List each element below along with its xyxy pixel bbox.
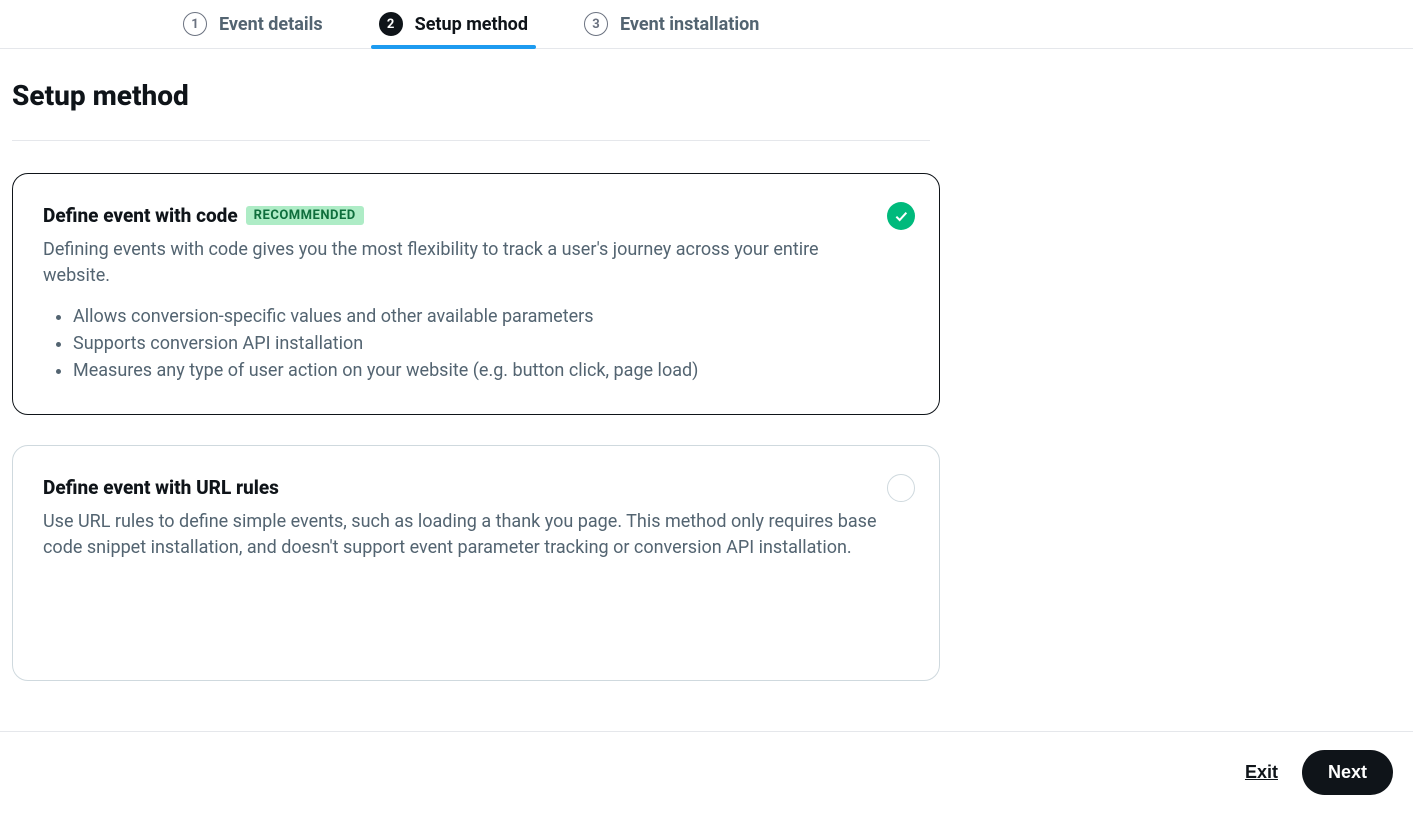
option-bullets-code: Allows conversion-specific values and ot… [43, 303, 909, 384]
step-label-3: Event installation [620, 14, 759, 35]
radio-circle-icon [887, 474, 915, 502]
step-event-installation[interactable]: 3 Event installation [576, 0, 767, 36]
option-define-with-url[interactable]: Define event with URL rules Use URL rule… [12, 445, 940, 681]
option-define-with-code[interactable]: Define event with code RECOMMENDED Defin… [12, 173, 940, 415]
radio-unselected[interactable] [887, 474, 915, 502]
step-number-1: 1 [183, 12, 207, 36]
step-setup-method[interactable]: 2 Setup method [371, 0, 536, 36]
step-label-1: Event details [219, 14, 323, 35]
step-number-2: 2 [379, 12, 403, 36]
option-title-url: Define event with URL rules [43, 476, 279, 499]
exit-button[interactable]: Exit [1241, 754, 1282, 791]
radio-selected[interactable] [887, 202, 915, 230]
main-content: Setup method Define event with code RECO… [0, 49, 960, 681]
step-label-2: Setup method [415, 14, 528, 35]
step-event-details[interactable]: 1 Event details [175, 0, 331, 36]
bullet-item: Allows conversion-specific values and ot… [73, 303, 909, 330]
bullet-item: Supports conversion API installation [73, 330, 909, 357]
check-icon [887, 202, 915, 230]
page-title: Setup method [12, 79, 960, 112]
option-desc-code: Defining events with code gives you the … [43, 237, 883, 289]
wizard-stepper: 1 Event details 2 Setup method 3 Event i… [0, 0, 1413, 49]
option-title-code: Define event with code [43, 204, 238, 227]
title-divider [12, 140, 930, 141]
bullet-item: Measures any type of user action on your… [73, 357, 909, 384]
step-number-3: 3 [584, 12, 608, 36]
next-button[interactable]: Next [1302, 750, 1393, 795]
option-desc-url: Use URL rules to define simple events, s… [43, 509, 883, 561]
recommended-badge: RECOMMENDED [246, 206, 364, 225]
wizard-footer: Exit Next [0, 731, 1413, 813]
